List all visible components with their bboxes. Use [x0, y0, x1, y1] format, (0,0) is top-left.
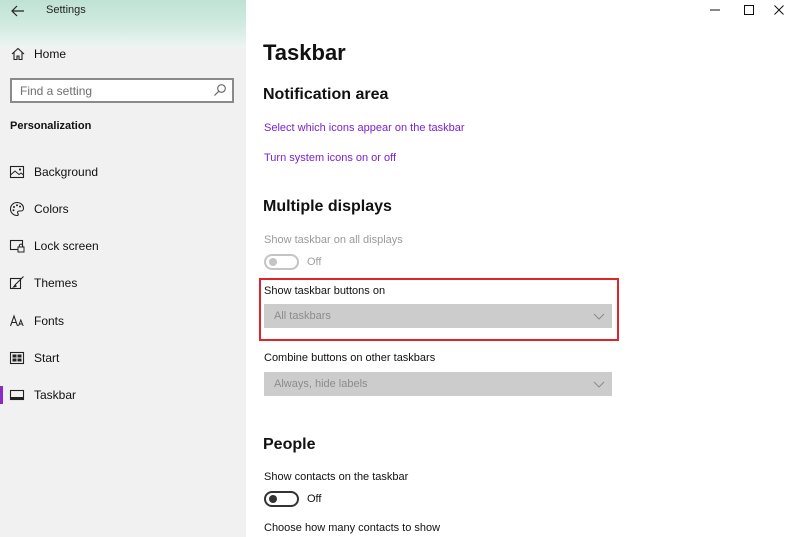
sidebar-item-label: Taskbar	[34, 388, 77, 402]
multiple-displays-heading: Multiple displays	[263, 198, 392, 215]
section-label: Personalization	[10, 120, 92, 132]
sidebar-item-themes[interactable]: Themes	[0, 268, 246, 298]
taskbar-icon	[9, 389, 25, 401]
choose-contacts-label: Choose how many contacts to show	[264, 522, 441, 534]
toggle-state-text: Off	[307, 256, 322, 268]
sidebar: Settings Home Personalization Background	[0, 0, 246, 537]
select-icons-link[interactable]: Select which icons appear on the taskbar	[264, 122, 465, 134]
notification-area-heading: Notification area	[263, 86, 389, 103]
back-arrow-icon	[11, 5, 24, 17]
sidebar-item-label: Lock screen	[34, 239, 99, 253]
sidebar-item-label: Themes	[34, 276, 78, 290]
sidebar-item-label: Home	[34, 47, 67, 61]
show-taskbar-all-displays-label: Show taskbar on all displays	[264, 234, 403, 246]
toggle-knob	[269, 258, 277, 266]
sidebar-item-background[interactable]: Background	[0, 157, 246, 187]
people-heading: People	[263, 436, 316, 453]
sidebar-item-label: Colors	[34, 202, 69, 216]
search-box[interactable]	[10, 78, 234, 103]
window-title: Settings	[46, 4, 86, 16]
search-icon[interactable]	[213, 83, 227, 97]
show-taskbar-all-displays-toggle[interactable]	[264, 254, 299, 270]
active-indicator	[0, 386, 3, 404]
fonts-icon	[9, 314, 24, 327]
search-input[interactable]	[12, 80, 202, 101]
sidebar-item-lock-screen[interactable]: Lock screen	[0, 231, 246, 261]
chevron-down-icon	[593, 381, 605, 388]
sidebar-item-label: Background	[34, 165, 99, 179]
combine-buttons-dropdown[interactable]: Always, hide labels	[264, 372, 612, 396]
sidebar-item-fonts[interactable]: Fonts	[0, 306, 246, 336]
combine-buttons-label: Combine buttons on other taskbars	[264, 352, 436, 364]
sidebar-item-label: Start	[34, 351, 60, 365]
main-content: Taskbar Notification area Select which i…	[246, 0, 800, 537]
system-icons-link[interactable]: Turn system icons on or off	[264, 152, 396, 164]
back-button[interactable]	[6, 1, 30, 21]
sidebar-item-home[interactable]: Home	[0, 43, 246, 65]
home-icon	[11, 47, 25, 61]
image-icon	[9, 165, 25, 179]
sidebar-item-start[interactable]: Start	[0, 343, 246, 373]
sidebar-item-taskbar[interactable]: Taskbar	[0, 380, 246, 410]
sidebar-header-background	[0, 0, 246, 48]
brush-icon	[9, 276, 24, 290]
sidebar-item-colors[interactable]: Colors	[0, 194, 246, 224]
toggle-state-text: Off	[307, 493, 322, 505]
sidebar-item-label: Fonts	[34, 314, 65, 328]
dropdown-value: Always, hide labels	[274, 378, 368, 390]
page-title: Taskbar	[263, 40, 346, 65]
toggle-knob	[269, 495, 277, 503]
show-contacts-label: Show contacts on the taskbar	[264, 471, 409, 483]
lock-screen-icon	[9, 239, 25, 253]
start-icon	[9, 351, 25, 365]
show-contacts-toggle[interactable]	[264, 491, 299, 507]
palette-icon	[9, 201, 25, 217]
highlight-box	[259, 278, 619, 341]
